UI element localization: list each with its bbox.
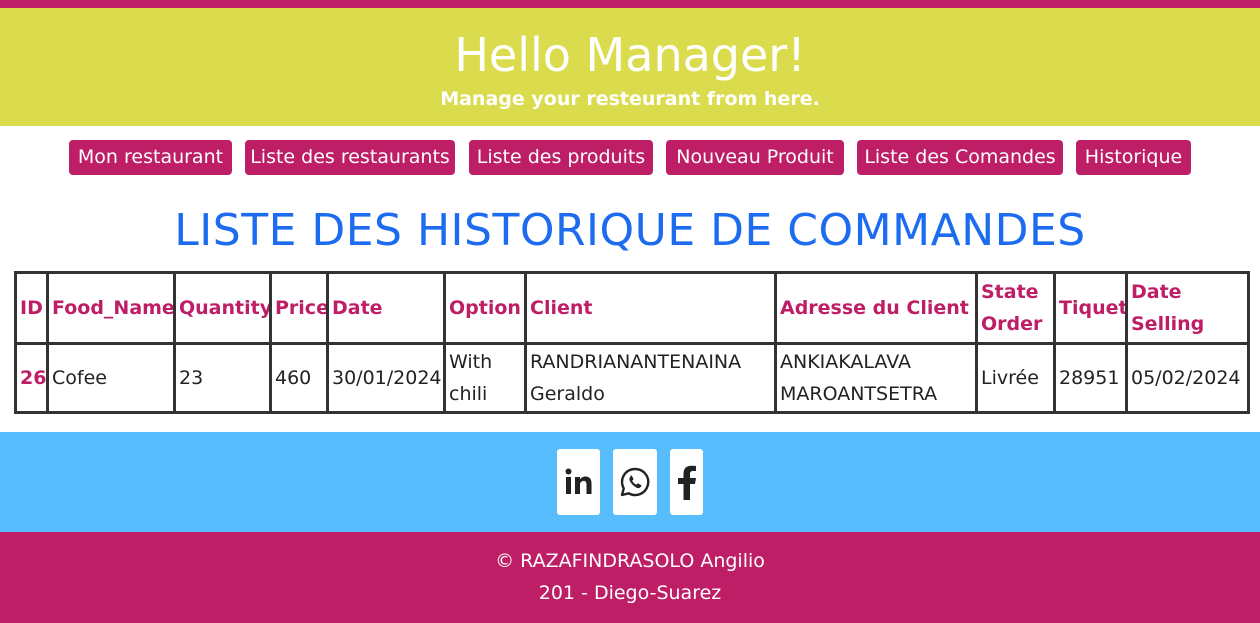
hero-title: Hello Manager! — [454, 28, 806, 82]
col-header-quantity: Quantity — [173, 271, 272, 345]
cell-tiquet: 28951 — [1053, 342, 1128, 414]
linkedin-icon — [565, 468, 591, 494]
col-header-tiquet: Tiquet — [1053, 271, 1128, 345]
cell-id: 26 — [14, 342, 49, 414]
nav-liste-restaurants[interactable]: Liste des restaurants — [245, 140, 455, 175]
col-header-state-order: State Order — [975, 271, 1056, 345]
nav-nouveau-produit[interactable]: Nouveau Produit — [666, 140, 844, 175]
footer-copyright: © RAZAFINDRASOLO Angilio — [495, 550, 765, 572]
col-header-client: Client — [524, 271, 777, 345]
cell-client-address: ANKIAKALAVA MAROANTSETRA — [774, 342, 978, 414]
linkedin-link[interactable] — [557, 449, 600, 515]
col-header-food-name: Food_Name — [46, 271, 176, 345]
cell-quantity: 23 — [173, 342, 272, 414]
nav-historique[interactable]: Historique — [1076, 140, 1191, 175]
col-header-client-address: Adresse du Client — [774, 271, 978, 345]
social-bar — [0, 432, 1260, 532]
cell-state-order: Livrée — [975, 342, 1056, 414]
cell-client: RANDRIANANTENAINA Geraldo — [524, 342, 777, 414]
col-header-date-selling: Date Selling — [1125, 271, 1250, 345]
cell-food-name: Cofee — [46, 342, 176, 414]
cell-option: With chili — [443, 342, 527, 414]
whatsapp-link[interactable] — [613, 449, 657, 515]
footer-address: 201 - Diego-Suarez — [538, 582, 722, 604]
whatsapp-icon — [620, 467, 650, 497]
table-header-row: ID Food_Name Quantity Price Date Option … — [14, 271, 1250, 345]
page-title: LISTE DES HISTORIQUE DE COMMANDES — [174, 205, 1086, 256]
cell-price: 460 — [269, 342, 329, 414]
facebook-link[interactable] — [670, 449, 703, 515]
col-header-id: ID — [14, 271, 49, 345]
nav-liste-comandes[interactable]: Liste des Comandes — [857, 140, 1063, 175]
history-table: ID Food_Name Quantity Price Date Option … — [14, 271, 1250, 414]
nav-liste-produits[interactable]: Liste des produits — [469, 140, 653, 175]
hero-header: Hello Manager! Manage your resteurant fr… — [0, 8, 1260, 126]
main-nav: Mon restaurant Liste des restaurants Lis… — [0, 140, 1260, 175]
facebook-icon — [677, 465, 696, 500]
cell-date: 30/01/2024 — [326, 342, 446, 414]
col-header-option: Option — [443, 271, 527, 345]
hero-subtitle: Manage your resteurant from here. — [440, 88, 820, 110]
col-header-date: Date — [326, 271, 446, 345]
col-header-price: Price — [269, 271, 329, 345]
nav-mon-restaurant[interactable]: Mon restaurant — [69, 140, 232, 175]
table-row: 26 Cofee 23 460 30/01/2024 With chili RA… — [14, 342, 1250, 414]
footer: © RAZAFINDRASOLO Angilio 201 - Diego-Sua… — [0, 532, 1260, 623]
cell-date-selling: 05/02/2024 — [1125, 342, 1250, 414]
top-accent-bar — [0, 0, 1260, 8]
